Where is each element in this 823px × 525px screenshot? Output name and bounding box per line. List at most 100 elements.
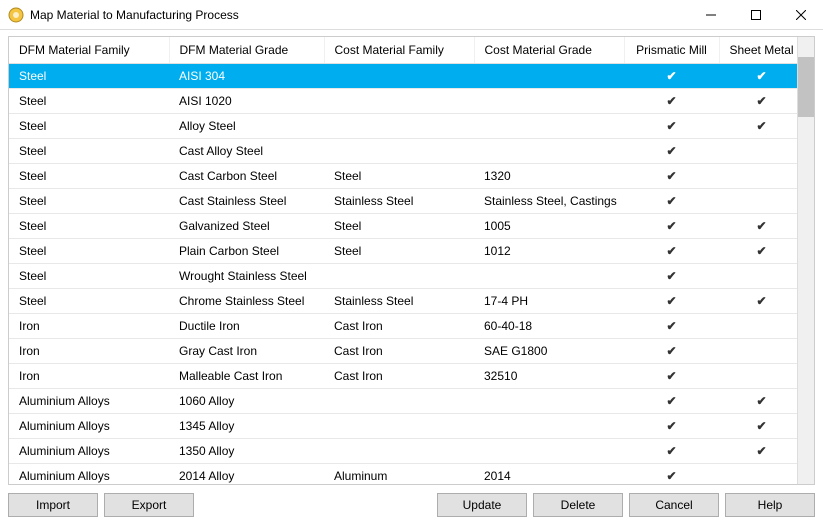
maximize-button[interactable]: [733, 0, 778, 29]
table-row[interactable]: SteelChrome Stainless SteelStainless Ste…: [9, 289, 797, 314]
cell-cost-grade: 1012: [474, 239, 624, 264]
table-row[interactable]: SteelGalvanized SteelSteel1005✔✔: [9, 214, 797, 239]
cell-sheet-metal: [719, 189, 797, 214]
table-row[interactable]: IronGray Cast IronCast IronSAE G1800✔: [9, 339, 797, 364]
col-dfm-family[interactable]: DFM Material Family: [9, 37, 169, 64]
cell-dfm-grade: Plain Carbon Steel: [169, 239, 324, 264]
cell-cost-family: [324, 64, 474, 89]
cell-sheet-metal: [719, 139, 797, 164]
table-row[interactable]: Aluminium Alloys1060 Alloy✔✔: [9, 389, 797, 414]
cell-cost-family: [324, 139, 474, 164]
cell-cost-grade: 60-40-18: [474, 314, 624, 339]
cell-dfm-grade: 1350 Alloy: [169, 439, 324, 464]
cell-cost-family: Stainless Steel: [324, 189, 474, 214]
scrollbar-thumb[interactable]: [798, 57, 814, 117]
cell-dfm-grade: 1345 Alloy: [169, 414, 324, 439]
table-row[interactable]: SteelCast Carbon SteelSteel1320✔: [9, 164, 797, 189]
col-cost-family[interactable]: Cost Material Family: [324, 37, 474, 64]
cell-cost-family: [324, 389, 474, 414]
table-row[interactable]: SteelWrought Stainless Steel✔: [9, 264, 797, 289]
table-row[interactable]: SteelAISI 304✔✔: [9, 64, 797, 89]
table-row[interactable]: SteelAlloy Steel✔✔: [9, 114, 797, 139]
cell-dfm-family: Steel: [9, 164, 169, 189]
table-row[interactable]: SteelCast Alloy Steel ✔: [9, 139, 797, 164]
cell-cost-grade: 1005: [474, 214, 624, 239]
cell-cost-family: Stainless Steel: [324, 289, 474, 314]
cell-sheet-metal: [719, 464, 797, 485]
cell-dfm-family: Steel: [9, 89, 169, 114]
col-cost-grade[interactable]: Cost Material Grade: [474, 37, 624, 64]
cell-sheet-metal: ✔: [719, 114, 797, 139]
table-row[interactable]: IronMalleable Cast IronCast Iron32510✔: [9, 364, 797, 389]
cell-cost-grade: 32510: [474, 364, 624, 389]
table-row[interactable]: Aluminium Alloys2014 AlloyAluminum2014✔: [9, 464, 797, 485]
cancel-button[interactable]: Cancel: [629, 493, 719, 517]
cell-dfm-grade: Cast Alloy Steel: [169, 139, 324, 164]
import-button[interactable]: Import: [8, 493, 98, 517]
cell-prismatic-mill: ✔: [624, 139, 719, 164]
button-bar: Import Export Update Delete Cancel Help: [0, 485, 823, 525]
cell-prismatic-mill: ✔: [624, 64, 719, 89]
vertical-scrollbar[interactable]: [797, 37, 814, 484]
cell-prismatic-mill: ✔: [624, 414, 719, 439]
cell-dfm-grade: AISI 304: [169, 64, 324, 89]
cell-prismatic-mill: ✔: [624, 239, 719, 264]
update-button[interactable]: Update: [437, 493, 527, 517]
table-row[interactable]: SteelCast Stainless SteelStainless Steel…: [9, 189, 797, 214]
cell-cost-grade: 1320: [474, 164, 624, 189]
cell-prismatic-mill: ✔: [624, 464, 719, 485]
cell-prismatic-mill: ✔: [624, 339, 719, 364]
cell-sheet-metal: [719, 164, 797, 189]
cell-sheet-metal: ✔: [719, 289, 797, 314]
cell-cost-grade: [474, 114, 624, 139]
cell-dfm-family: Aluminium Alloys: [9, 389, 169, 414]
cell-cost-family: [324, 114, 474, 139]
cell-dfm-grade: Cast Stainless Steel: [169, 189, 324, 214]
table-row[interactable]: SteelPlain Carbon SteelSteel1012✔✔: [9, 239, 797, 264]
cell-dfm-grade: Cast Carbon Steel: [169, 164, 324, 189]
cell-sheet-metal: [719, 314, 797, 339]
cell-dfm-family: Steel: [9, 114, 169, 139]
table-row[interactable]: SteelAISI 1020✔✔: [9, 89, 797, 114]
cell-dfm-grade: Gray Cast Iron: [169, 339, 324, 364]
col-sheet-metal[interactable]: Sheet Metal: [719, 37, 797, 64]
cell-sheet-metal: ✔: [719, 439, 797, 464]
cell-prismatic-mill: ✔: [624, 189, 719, 214]
cell-sheet-metal: ✔: [719, 89, 797, 114]
help-button[interactable]: Help: [725, 493, 815, 517]
col-prismatic-mill[interactable]: Prismatic Mill: [624, 37, 719, 64]
cell-prismatic-mill: ✔: [624, 214, 719, 239]
table-row[interactable]: Aluminium Alloys1350 Alloy✔✔: [9, 439, 797, 464]
cell-dfm-grade: Alloy Steel: [169, 114, 324, 139]
cell-cost-family: Cast Iron: [324, 339, 474, 364]
app-icon: [8, 7, 24, 23]
cell-sheet-metal: ✔: [719, 214, 797, 239]
export-button[interactable]: Export: [104, 493, 194, 517]
cell-dfm-family: Steel: [9, 139, 169, 164]
cell-cost-grade: [474, 89, 624, 114]
minimize-button[interactable]: [688, 0, 733, 29]
cell-cost-grade: [474, 264, 624, 289]
col-dfm-grade[interactable]: DFM Material Grade: [169, 37, 324, 64]
cell-dfm-grade: 1060 Alloy: [169, 389, 324, 414]
cell-cost-family: Steel: [324, 214, 474, 239]
close-button[interactable]: [778, 0, 823, 29]
cell-dfm-grade: Galvanized Steel: [169, 214, 324, 239]
cell-dfm-family: Steel: [9, 189, 169, 214]
cell-prismatic-mill: ✔: [624, 164, 719, 189]
cell-sheet-metal: [719, 264, 797, 289]
cell-dfm-family: Iron: [9, 364, 169, 389]
cell-dfm-family: Steel: [9, 64, 169, 89]
cell-cost-grade: 2014: [474, 464, 624, 485]
cell-prismatic-mill: ✔: [624, 289, 719, 314]
cell-dfm-family: Steel: [9, 289, 169, 314]
table-row[interactable]: IronDuctile IronCast Iron60-40-18✔: [9, 314, 797, 339]
cell-dfm-grade: Malleable Cast Iron: [169, 364, 324, 389]
cell-cost-grade: [474, 439, 624, 464]
cell-dfm-family: Aluminium Alloys: [9, 439, 169, 464]
cell-cost-grade: [474, 139, 624, 164]
cell-cost-family: Cast Iron: [324, 314, 474, 339]
cell-cost-family: Steel: [324, 239, 474, 264]
table-row[interactable]: Aluminium Alloys1345 Alloy✔✔: [9, 414, 797, 439]
delete-button[interactable]: Delete: [533, 493, 623, 517]
